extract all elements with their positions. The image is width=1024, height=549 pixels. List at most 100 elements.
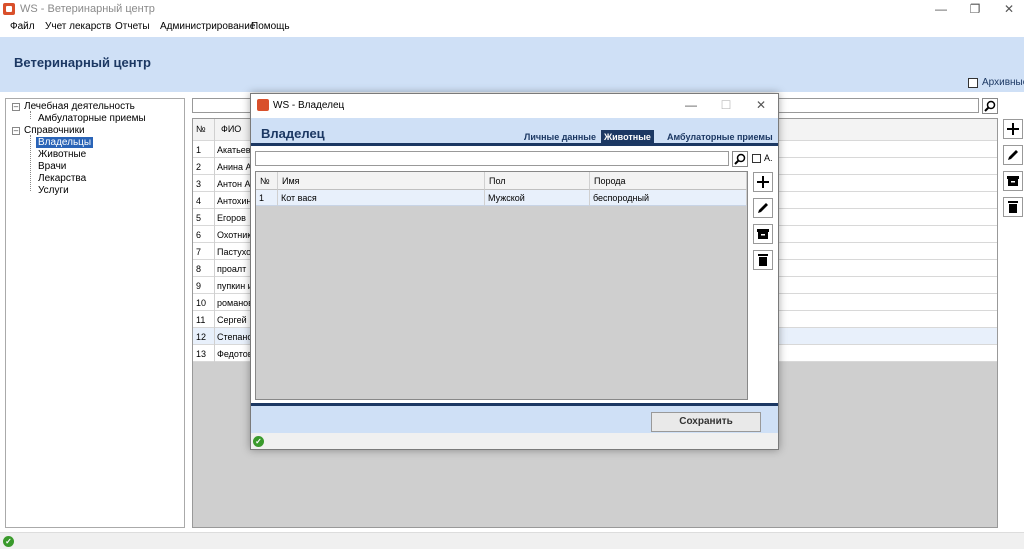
tree-node-services[interactable]: Услуги [38,185,69,196]
row-name: Охотник [217,230,252,240]
tree-node-clinical[interactable]: Лечебная деятельность [24,101,135,112]
archive-checkbox[interactable] [968,78,978,88]
main-search-button[interactable] [982,98,998,114]
row-number: 10 [196,298,207,308]
tree-node-animals[interactable]: Животные [38,149,86,160]
minimize-button[interactable]: — [926,0,956,18]
menu-reports[interactable]: Отчеты [115,21,150,32]
menu-drugs[interactable]: Учет лекарств [45,21,111,32]
navigation-tree: – Лечебная деятельность Амбулаторные при… [5,98,185,528]
collapse-icon[interactable]: – [12,127,20,135]
archive-owner-button[interactable] [1003,171,1023,191]
delete-owner-button[interactable] [1003,197,1023,217]
column-separator [214,209,215,226]
row-name: Степано [217,332,253,342]
row-name: проалт [217,264,247,274]
app-icon [3,3,15,15]
row-name: Сергей [217,315,247,325]
menu-file[interactable]: Файл [10,21,35,32]
close-button[interactable]: ✕ [994,0,1024,18]
dialog-search-button[interactable] [732,151,748,167]
dialog-status-bar: ✓ [251,433,778,449]
column-separator [214,158,215,175]
dialog-archive-label: А. [764,153,773,163]
owner-dialog: WS - Владелец — ☐ ✕ Владелец Личные данн… [250,93,779,450]
tree-node-owners[interactable]: Владельцы [36,137,94,148]
column-separator [214,192,215,209]
edit-owner-button[interactable] [1003,145,1023,165]
row-name: Анина А [217,162,252,172]
column-header-name[interactable]: Имя [278,172,485,190]
row-name[interactable]: Кот вася [278,190,485,206]
row-number: 2 [196,162,202,172]
status-ok-icon: ✓ [253,436,264,447]
plus-icon [757,176,769,188]
column-header-number[interactable]: № [256,172,278,190]
dialog-archive-checkbox[interactable] [752,154,761,163]
pencil-icon [1008,150,1018,160]
status-ok-icon: ✓ [3,536,14,547]
row-name: Федотов [217,349,253,359]
column-separator [214,119,215,141]
column-separator [214,294,215,311]
menu-help[interactable]: Помощь [251,21,290,32]
window-title: WS - Ветеринарный центр [20,3,155,15]
row-number: 3 [196,179,202,189]
column-header-name[interactable]: ФИО [221,124,241,134]
app-header: Ветеринарный центр [0,37,1024,92]
column-separator [214,311,215,328]
archive-icon [757,229,769,239]
dialog-search-input[interactable] [255,151,729,166]
row-number: 11 [196,315,206,325]
add-owner-button[interactable] [1003,119,1023,139]
app-title: Ветеринарный центр [14,55,151,70]
row-name: пупкин и [217,281,253,291]
add-animal-button[interactable] [753,172,773,192]
dialog-app-icon [257,99,269,111]
column-separator [214,141,215,158]
column-header-breed[interactable]: Порода [590,172,747,190]
title-bar: WS - Ветеринарный центр — ❐ ✕ [0,0,1024,18]
column-separator [214,175,215,192]
archive-icon [1007,176,1019,186]
menu-bar: Файл Учет лекарств Отчеты Администрирова… [0,18,1024,36]
delete-animal-button[interactable] [753,250,773,270]
row-number[interactable]: 1 [256,190,278,206]
tab-personal-data[interactable]: Личные данные [521,130,599,146]
tab-appointments[interactable]: Амбулаторные приемы [664,130,776,146]
dialog-footer: Сохранить [251,403,778,433]
archive-animal-button[interactable] [753,224,773,244]
tree-node-references[interactable]: Справочники [24,125,85,136]
plus-icon [1007,123,1019,135]
collapse-icon[interactable]: – [12,103,20,111]
dialog-minimize-button[interactable]: — [676,96,706,114]
trash-icon [758,254,768,266]
column-header-number[interactable]: № [196,124,206,134]
tree-node-medicines[interactable]: Лекарства [38,173,86,184]
tree-node-appointments[interactable]: Амбулаторные приемы [38,113,146,124]
restore-button[interactable]: ❐ [960,0,990,18]
column-header-sex[interactable]: Пол [485,172,590,190]
tree-connector [30,135,31,191]
column-separator [214,243,215,260]
save-button[interactable]: Сохранить [651,412,761,432]
column-separator [214,260,215,277]
edit-animal-button[interactable] [753,198,773,218]
row-name: Акатьев [217,145,251,155]
row-sex[interactable]: Мужской [485,190,590,206]
tree-node-doctors[interactable]: Врачи [38,161,66,172]
animals-table: № Имя Пол Порода 1 Кот вася Мужской бесп… [255,171,748,400]
dialog-header: Владелец Личные данные Животные Амбулато… [251,118,778,146]
menu-admin[interactable]: Администрирование [160,21,255,32]
dialog-maximize-button[interactable]: ☐ [711,96,741,114]
row-breed[interactable]: беспородный [590,190,747,206]
tree-connector [30,111,31,119]
status-bar: ✓ [0,532,1024,549]
pencil-icon [758,203,768,213]
column-separator [214,345,215,362]
row-number: 13 [196,349,207,359]
row-number: 7 [196,247,202,257]
search-icon [984,100,996,112]
dialog-close-button[interactable]: ✕ [746,96,776,114]
tab-animals[interactable]: Животные [601,130,654,146]
